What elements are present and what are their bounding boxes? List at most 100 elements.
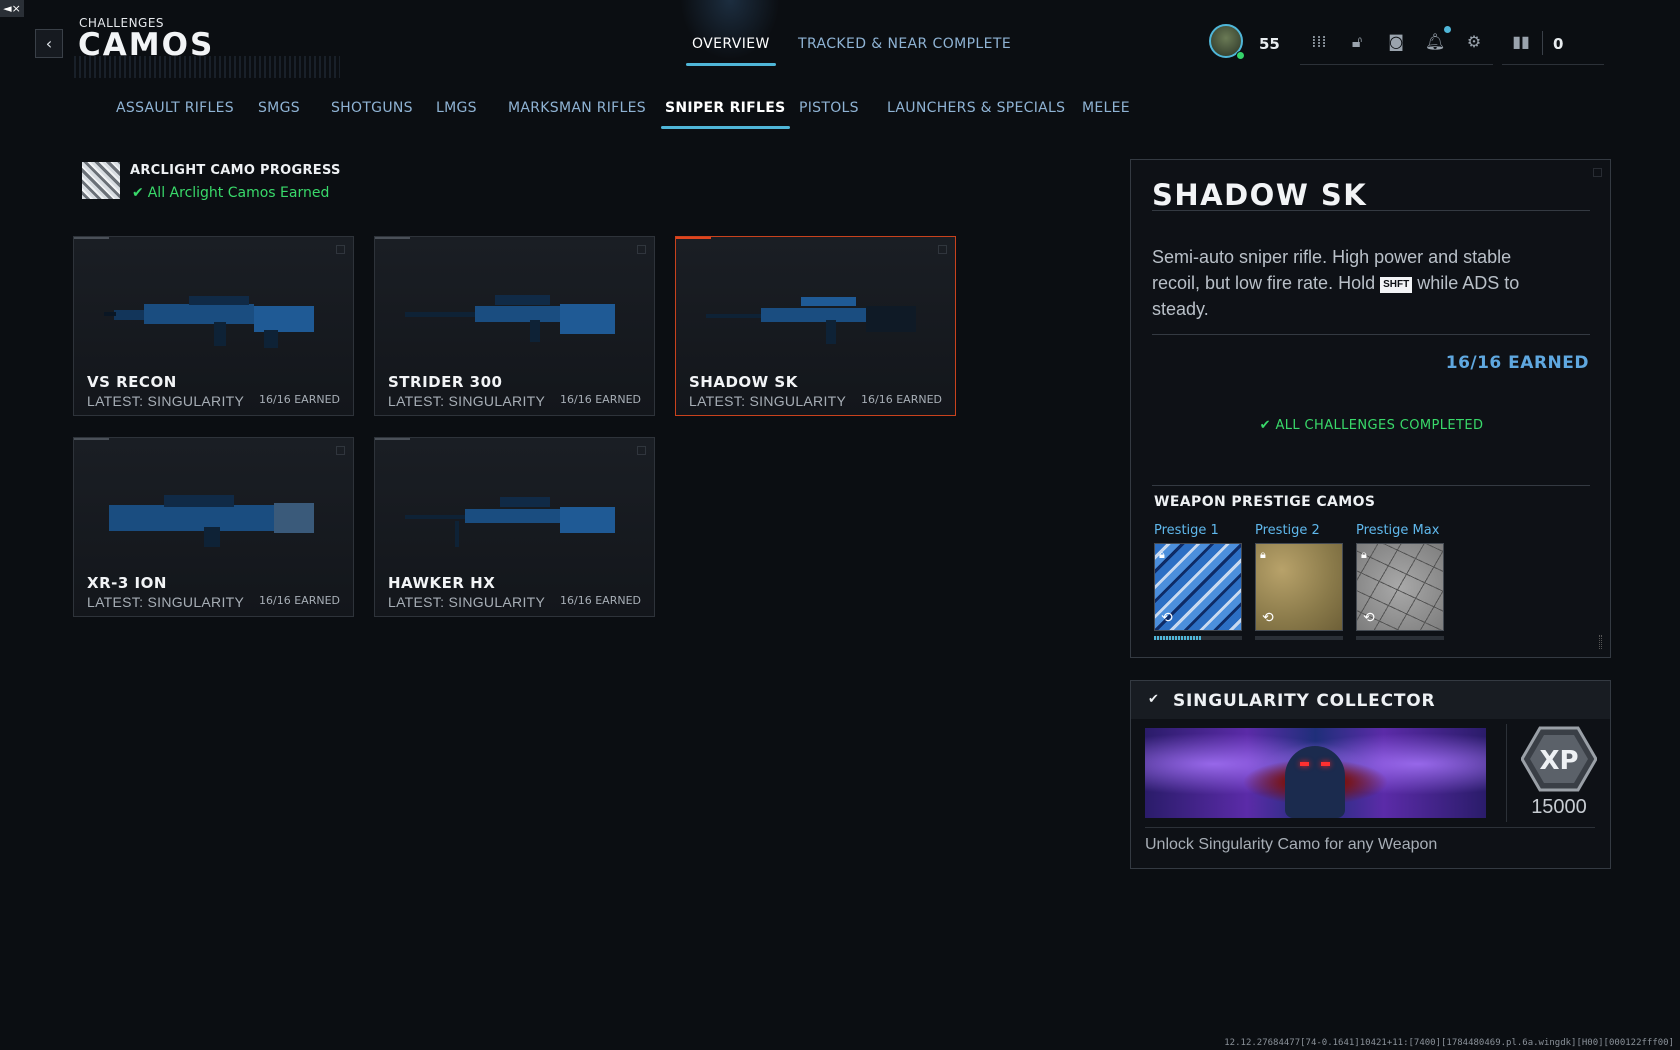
panel-corner-icon: [1593, 168, 1602, 177]
card-corner-icon: [637, 446, 646, 455]
prestige-label: Prestige 1: [1154, 523, 1219, 538]
class-tab-smgs[interactable]: SMGS: [258, 100, 300, 116]
collector-divider: [1145, 827, 1595, 828]
weapon-earned-count: 16/16 EARNED: [861, 393, 942, 406]
tab-tracked-near-complete[interactable]: TRACKED & NEAR COMPLETE: [798, 36, 1011, 52]
weapon-name: STRIDER 300: [388, 373, 503, 391]
checkmark-icon: ✔: [1259, 418, 1276, 433]
weapon-image-xr-3-ion: [109, 495, 314, 547]
prestige-camo-2[interactable]: Prestige 2 🔒︎ ⟲: [1255, 523, 1343, 640]
weapon-latest-camo: LATEST: SINGULARITY: [388, 393, 546, 409]
weapon-card-hawker-hx[interactable]: HAWKER HX LATEST: SINGULARITY 16/16 EARN…: [374, 437, 655, 617]
weapon-name: HAWKER HX: [388, 574, 496, 592]
checkmark-icon: ✔: [132, 185, 144, 201]
weapon-earned-count: 16/16 EARNED: [560, 594, 641, 607]
back-button[interactable]: ‹: [35, 29, 63, 58]
collector-description: Unlock Singularity Camo for any Weapon: [1145, 836, 1438, 853]
weapon-card-vs-recon[interactable]: VS RECON LATEST: SINGULARITY 16/16 EARNE…: [73, 236, 354, 416]
card-corner-icon: [938, 245, 947, 254]
cards-icon[interactable]: ▮▮: [1510, 31, 1532, 53]
camera-icon[interactable]: ◙: [1385, 31, 1407, 53]
weapon-image-strider-300: [405, 295, 615, 342]
weapon-latest-camo: LATEST: SINGULARITY: [87, 393, 245, 409]
class-tab-pistols[interactable]: PISTOLS: [799, 100, 859, 116]
weapon-card-strider-300[interactable]: STRIDER 300 LATEST: SINGULARITY 16/16 EA…: [374, 236, 655, 416]
class-tab-sniper-rifles[interactable]: SNIPER RIFLES: [661, 100, 790, 129]
weapon-detail-panel: SHADOW SK Semi-auto sniper rifle. High p…: [1130, 159, 1611, 658]
prestige-camo-1[interactable]: Prestige 1 🔒︎ ⟲: [1154, 523, 1242, 640]
weapon-latest-camo: LATEST: SINGULARITY: [689, 393, 847, 409]
notification-dot: [1444, 26, 1451, 33]
prestige-label: Prestige 2: [1255, 523, 1320, 538]
card-progress-bar: [74, 237, 109, 239]
lock-icon: 🔒︎: [1260, 548, 1266, 561]
character-figure: [1285, 746, 1345, 818]
challenges-completed-status: ✔ ALL CHALLENGES COMPLETED: [1259, 418, 1484, 433]
arclight-status: ✔ All Arclight Camos Earned: [132, 185, 330, 201]
detail-earned-count: 16/16 EARNED: [1445, 353, 1589, 373]
currency-count: 0: [1553, 35, 1564, 53]
gear-icon[interactable]: ⚙: [1463, 31, 1485, 53]
character-eye: [1300, 762, 1309, 766]
weapon-image-shadow-sk: [706, 297, 916, 344]
weapon-name: SHADOW SK: [689, 373, 798, 391]
tab-overview[interactable]: OVERVIEW: [686, 36, 776, 66]
arclight-camo-thumbnail: [82, 162, 120, 199]
bell-icon[interactable]: 🔔︎: [1424, 31, 1446, 53]
weapon-earned-count: 16/16 EARNED: [259, 393, 340, 406]
checkmark-icon: ✔: [1148, 692, 1159, 707]
xp-reward-value: 15000: [1531, 796, 1587, 818]
weapon-card-shadow-sk[interactable]: SHADOW SK LATEST: SINGULARITY 16/16 EARN…: [675, 236, 956, 416]
card-progress-bar: [375, 237, 410, 239]
prestige-camo-max[interactable]: Prestige Max 🔒︎ ⟲: [1356, 523, 1444, 640]
class-tab-melee[interactable]: MELEE: [1082, 100, 1130, 116]
class-tab-assault-rifles[interactable]: ASSAULT RIFLES: [116, 100, 234, 116]
character-eye: [1321, 762, 1330, 766]
prestige-camo-tile: 🔒︎ ⟲: [1255, 543, 1343, 631]
weapon-earned-count: 16/16 EARNED: [259, 594, 340, 607]
menu-grid-icon[interactable]: ⁞⁞⁞: [1308, 31, 1330, 53]
prestige-progress-bar: [1255, 636, 1343, 640]
mute-icon[interactable]: ◄×: [0, 0, 24, 17]
class-tab-launchers-specials[interactable]: LAUNCHERS & SPECIALS: [887, 100, 1065, 116]
weapon-name: VS RECON: [87, 373, 177, 391]
class-tab-marksman-rifles[interactable]: MARKSMAN RIFLES: [508, 100, 646, 116]
cycle-icon: ⟲: [1161, 610, 1173, 626]
prestige-camos-heading: WEAPON PRESTIGE CAMOS: [1154, 494, 1376, 510]
prestige-progress-bar: [1356, 636, 1444, 640]
detail-weapon-title: SHADOW SK: [1152, 178, 1368, 212]
singularity-collector-panel: ✔ SINGULARITY COLLECTOR XP 15000 Unlock …: [1130, 680, 1611, 869]
collector-title: SINGULARITY COLLECTOR: [1173, 691, 1436, 711]
lock-icon: 🔒︎: [1361, 548, 1367, 561]
detail-divider: [1152, 485, 1590, 486]
card-progress-bar: [676, 237, 711, 239]
prestige-camo-tile: 🔒︎ ⟲: [1356, 543, 1444, 631]
card-progress-bar: [74, 438, 109, 440]
weapon-latest-camo: LATEST: SINGULARITY: [388, 594, 546, 610]
shift-key-icon: SHFT: [1380, 277, 1413, 293]
weapon-image-hawker-hx: [405, 497, 615, 547]
class-tab-shotguns[interactable]: SHOTGUNS: [331, 100, 413, 116]
card-corner-icon: [637, 245, 646, 254]
weapon-description: Semi-auto sniper rifle. High power and s…: [1152, 247, 1520, 319]
card-corner-icon: [336, 245, 345, 254]
class-tab-lmgs[interactable]: LMGS: [436, 100, 477, 116]
resize-handle-icon: [1599, 635, 1602, 649]
header-separator: [1542, 31, 1543, 55]
detail-divider: [1152, 334, 1590, 335]
weapon-card-xr-3-ion[interactable]: XR-3 ION LATEST: SINGULARITY 16/16 EARNE…: [73, 437, 354, 617]
weapon-latest-camo: LATEST: SINGULARITY: [87, 594, 245, 610]
cycle-icon: ⟲: [1262, 610, 1274, 626]
online-status-indicator: [1236, 51, 1245, 60]
lock-icon: 🔒︎: [1159, 548, 1165, 561]
player-level: 55: [1259, 35, 1280, 53]
collector-reward-image: [1145, 728, 1486, 818]
weapon-earned-count: 16/16 EARNED: [560, 393, 641, 406]
lock-icon[interactable]: 🔓︎: [1346, 31, 1368, 53]
card-corner-icon: [336, 446, 345, 455]
prestige-camo-tile: 🔒︎ ⟲: [1154, 543, 1242, 631]
build-version-string: 12.12.27684477[74-0.1641]10421+11:[7400]…: [1224, 1038, 1674, 1048]
xp-badge-label: XP: [1539, 746, 1578, 776]
arclight-progress-title: ARCLIGHT CAMO PROGRESS: [130, 163, 341, 178]
header-divider: [1300, 64, 1493, 65]
